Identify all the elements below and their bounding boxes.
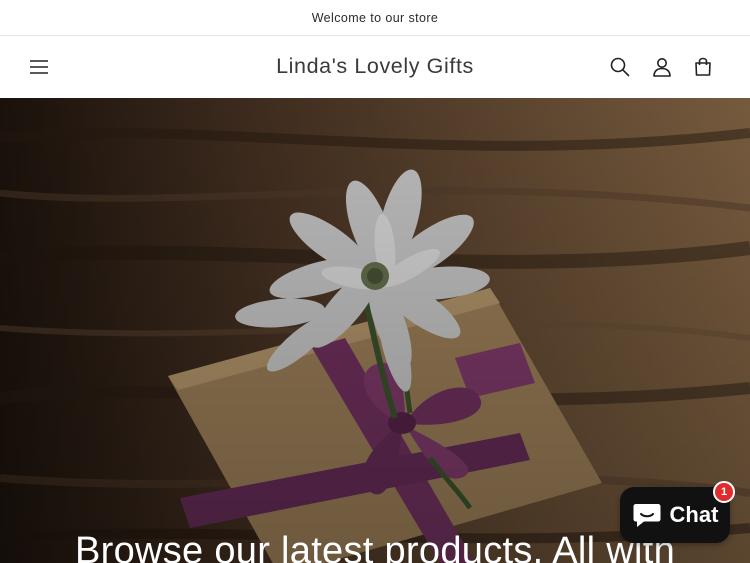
site-header: Linda's Lovely Gifts [0,36,750,98]
announcement-text: Welcome to our store [311,10,439,25]
hamburger-menu-icon [30,60,48,74]
search-icon [610,57,630,77]
cart-button[interactable] [686,50,720,84]
menu-button[interactable] [22,50,56,84]
account-icon [653,58,671,77]
account-button[interactable] [645,50,679,84]
chat-notification-badge: 1 [713,481,735,503]
search-button[interactable] [603,50,637,84]
chat-label: Chat [669,502,719,527]
chat-bubble-icon [633,504,661,527]
cart-icon [695,57,711,76]
brand-title[interactable]: Linda's Lovely Gifts [276,54,474,78]
brand-title-wrap: Linda's Lovely Gifts [0,54,750,79]
announcement-bar: Welcome to our store [0,0,750,36]
